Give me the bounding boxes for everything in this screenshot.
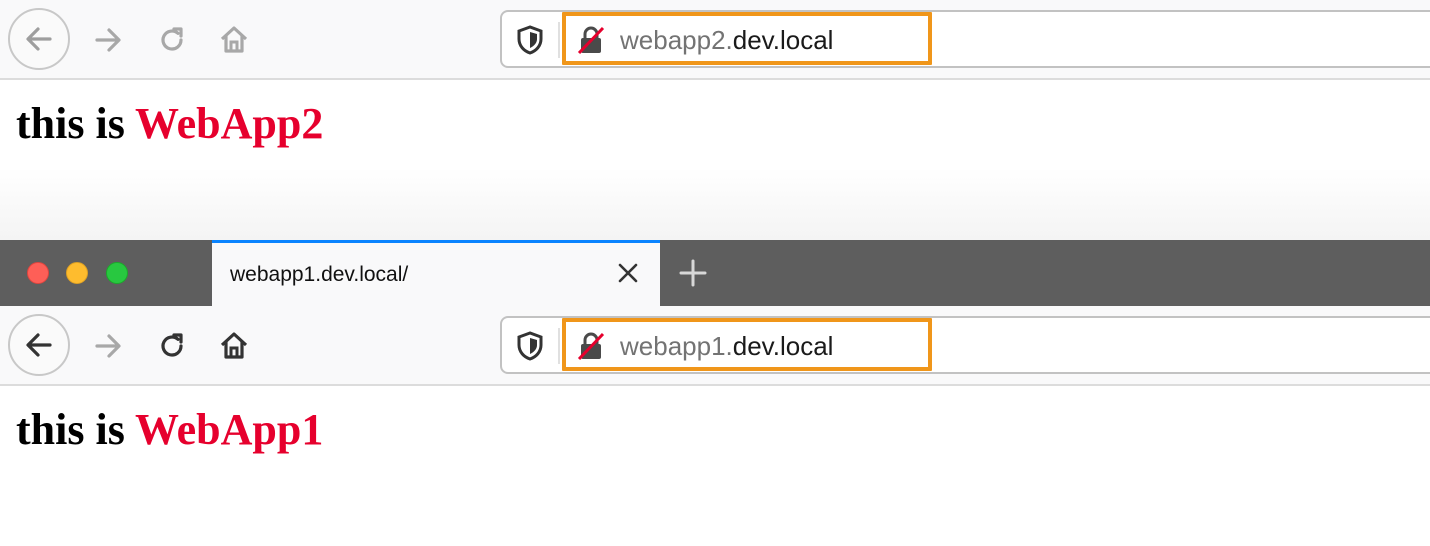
home-button[interactable] — [202, 8, 266, 72]
heading-app-name: WebApp1 — [135, 405, 324, 454]
bottom-browser-window: webapp1.dev.local/ webapp1.dev.local thi… — [0, 240, 1430, 546]
forward-button[interactable] — [76, 8, 140, 72]
url-text[interactable]: webapp1.dev.local — [620, 331, 833, 362]
reload-icon — [161, 27, 183, 51]
heading-app-name: WebApp2 — [135, 99, 324, 148]
url-highlight-box: webapp1.dev.local — [562, 318, 932, 371]
tab-strip: webapp1.dev.local/ — [0, 240, 1430, 306]
heading-prefix: this is — [16, 99, 136, 148]
url-domain: dev.local — [732, 25, 834, 55]
broken-lock-icon[interactable] — [576, 331, 606, 366]
page-heading: this is WebApp1 — [16, 404, 323, 455]
forward-icon — [95, 28, 121, 52]
maximize-window-button[interactable] — [106, 262, 128, 284]
page-heading: this is WebApp2 — [16, 98, 323, 149]
url-separator — [558, 328, 560, 364]
back-icon — [26, 333, 52, 357]
forward-button[interactable] — [76, 314, 140, 378]
tab-active[interactable]: webapp1.dev.local/ — [212, 240, 660, 306]
url-subdomain: webapp1. — [620, 331, 733, 361]
new-tab-button[interactable] — [678, 258, 708, 293]
back-button[interactable] — [8, 8, 70, 70]
shield-icon[interactable] — [516, 25, 544, 60]
reload-button[interactable] — [140, 8, 204, 72]
home-icon — [220, 26, 248, 53]
back-button[interactable] — [8, 314, 70, 376]
top-browser-window: webapp2.dev.local this is WebApp2 — [0, 0, 1430, 240]
home-icon — [220, 332, 248, 359]
back-icon — [26, 27, 52, 51]
url-text[interactable]: webapp2.dev.local — [620, 25, 833, 56]
close-window-button[interactable] — [27, 262, 49, 284]
window-shadow-fade — [0, 168, 1430, 240]
reload-button[interactable] — [140, 314, 204, 378]
forward-icon — [95, 334, 121, 358]
shield-icon[interactable] — [516, 331, 544, 366]
url-highlight-box: webapp2.dev.local — [562, 12, 932, 65]
reload-icon — [161, 333, 183, 357]
minimize-window-button[interactable] — [66, 262, 88, 284]
close-icon — [618, 263, 638, 283]
home-button[interactable] — [202, 314, 266, 378]
broken-lock-icon[interactable] — [576, 25, 606, 60]
url-subdomain: webapp2. — [620, 25, 733, 55]
url-domain: dev.local — [732, 331, 834, 361]
heading-prefix: this is — [16, 405, 136, 454]
plus-icon — [679, 259, 707, 287]
close-tab-button[interactable] — [616, 261, 640, 290]
tab-title: webapp1.dev.local/ — [230, 263, 409, 286]
url-separator — [558, 22, 560, 58]
